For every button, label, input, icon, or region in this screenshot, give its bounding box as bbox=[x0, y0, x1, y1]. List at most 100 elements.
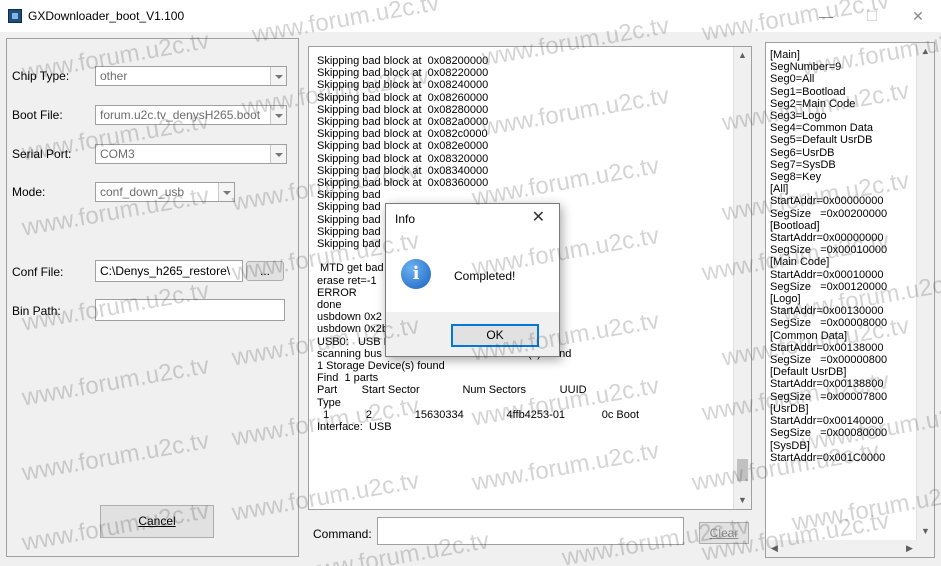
config-line: Seg6=UsrDB bbox=[770, 146, 835, 159]
config-line: SegSize =0x00008000 bbox=[770, 317, 888, 330]
scroll-down-icon[interactable]: ▼ bbox=[917, 523, 934, 540]
minimize-button[interactable]: — bbox=[803, 0, 849, 32]
config-line: StartAddr=0x00130000 bbox=[770, 305, 884, 318]
log-line: Skipping bad block at 0x08220000 bbox=[317, 67, 489, 80]
log-line: Interface: USB bbox=[317, 421, 392, 434]
cancel-button[interactable]: Cancel bbox=[100, 505, 214, 538]
log-line: Type bbox=[317, 396, 341, 409]
chip-type-label: Chip Type: bbox=[12, 69, 70, 83]
close-button[interactable]: ✕ bbox=[895, 0, 941, 32]
info-dialog: Info ✕ i Completed! OK bbox=[385, 203, 560, 357]
config-line: [Common Data] bbox=[770, 329, 848, 342]
mode-label: Mode: bbox=[12, 185, 46, 199]
config-line: SegSize =0x00010000 bbox=[770, 244, 888, 257]
log-line: Skipping bad block at 0x082a0000 bbox=[317, 116, 489, 129]
log-line: Skipping bad block at 0x08320000 bbox=[317, 152, 489, 165]
browse-button[interactable]: ... bbox=[246, 261, 284, 281]
maximize-button[interactable]: ☐ bbox=[849, 0, 895, 32]
scroll-down-icon[interactable]: ▼ bbox=[734, 492, 751, 509]
chevron-down-icon bbox=[218, 183, 234, 201]
info-icon: i bbox=[401, 259, 431, 289]
log-line: Skipping bad block at 0x08340000 bbox=[317, 164, 489, 177]
scroll-right-icon[interactable]: ▶ bbox=[901, 540, 918, 557]
mode-select[interactable]: conf_down_usb bbox=[95, 182, 235, 202]
log-line: 1 Storage Device(s) found bbox=[317, 360, 445, 373]
clear-label: Clear bbox=[709, 526, 739, 540]
clear-button[interactable]: Clear bbox=[699, 522, 749, 544]
config-line: SegSize =0x00120000 bbox=[770, 280, 888, 293]
config-line: [Logo] bbox=[770, 293, 801, 306]
config-line: StartAddr=0x00000000 bbox=[770, 232, 884, 245]
boot-file-label: Boot File: bbox=[12, 108, 63, 122]
config-line: StartAddr=0x00000000 bbox=[770, 195, 884, 208]
dialog-footer: OK bbox=[386, 312, 559, 356]
config-line: Seg1=Bootload bbox=[770, 85, 846, 98]
config-line: Seg4=Common Data bbox=[770, 122, 874, 135]
log-line: Skipping bad block at 0x082c0000 bbox=[317, 128, 488, 141]
conf-file-label: Conf File: bbox=[12, 265, 64, 279]
dialog-title: Info bbox=[395, 212, 416, 226]
log-line: Skipping bad block at 0x08240000 bbox=[317, 79, 489, 92]
boot-file-value: forum.u2c.tv_denysH265.boot bbox=[100, 108, 261, 122]
config-line: Seg7=SysDB bbox=[770, 158, 836, 171]
config-line: [All] bbox=[770, 183, 789, 196]
title-bar: GXDownloader_boot_V1.100 — ☐ ✕ bbox=[0, 0, 941, 32]
window-title: GXDownloader_boot_V1.100 bbox=[28, 9, 185, 23]
config-line: Seg2=Main Code bbox=[770, 97, 856, 110]
mode-value: conf_down_usb bbox=[100, 185, 185, 199]
log-line: Skipping bad block at 0x08260000 bbox=[317, 91, 489, 104]
ok-button[interactable]: OK bbox=[451, 324, 539, 347]
chevron-down-icon bbox=[270, 67, 286, 85]
log-line: 1 2 15630334 4ffb4253-01 0c Boot bbox=[317, 408, 640, 421]
config-line: SegNumber=9 bbox=[770, 61, 842, 74]
log-line: Part Start Sector Num Sectors UUID bbox=[317, 384, 587, 397]
config-lines: [Main] SegNumber=9 Seg0=All Seg1=Bootload Se… bbox=[770, 49, 887, 464]
config-line: Seg0=All bbox=[770, 73, 815, 86]
command-input[interactable] bbox=[377, 517, 684, 545]
config-line: SegSize =0x00000800 bbox=[770, 354, 888, 367]
bin-path-label: Bin Path: bbox=[12, 304, 61, 318]
config-line: SegSize =0x00080000 bbox=[770, 427, 888, 440]
config-line: [UsrDB] bbox=[770, 402, 809, 415]
config-line: [Main Code] bbox=[770, 256, 830, 269]
scroll-up-icon[interactable]: ▲ bbox=[917, 43, 934, 60]
conf-file-input[interactable]: C:\Denys_h265_restore\ bbox=[95, 260, 243, 282]
scroll-up-icon[interactable]: ▲ bbox=[734, 47, 751, 64]
serial-port-select[interactable]: COM3 bbox=[95, 144, 287, 164]
config-hscrollbar[interactable]: ◀ ▶ bbox=[766, 540, 918, 557]
config-line: SegSize =0x00007800 bbox=[770, 390, 888, 403]
log-line: Skipping bad block at 0x08360000 bbox=[317, 177, 489, 190]
bin-path-input[interactable] bbox=[95, 299, 285, 321]
chevron-down-icon bbox=[270, 106, 286, 124]
dialog-close-icon[interactable]: ✕ bbox=[532, 207, 545, 227]
serial-port-value: COM3 bbox=[100, 147, 135, 161]
log-line: Find 1 parts bbox=[317, 372, 379, 385]
dialog-message: Completed! bbox=[454, 269, 516, 283]
scroll-thumb[interactable] bbox=[737, 459, 748, 481]
log-line: Skipping bad bbox=[317, 189, 381, 202]
log-line: Skipping bad block at 0x082e0000 bbox=[317, 140, 489, 153]
serial-port-label: Serial Port: bbox=[12, 147, 72, 161]
config-line: StartAddr=0x00138000 bbox=[770, 341, 884, 354]
app-icon bbox=[8, 9, 22, 23]
config-line: StartAddr=0x00140000 bbox=[770, 415, 884, 428]
config-line: Seg5=Default UsrDB bbox=[770, 134, 873, 147]
chip-type-select[interactable]: other bbox=[95, 66, 287, 86]
log-line: Skipping bad block at 0x08200000 bbox=[317, 55, 489, 67]
command-label: Command: bbox=[313, 527, 372, 541]
config-line: StartAddr=0x00010000 bbox=[770, 268, 884, 281]
scroll-left-icon[interactable]: ◀ bbox=[766, 540, 783, 557]
config-line: Seg8=Key bbox=[770, 171, 822, 184]
log-scrollbar[interactable]: ▲ ▼ bbox=[733, 47, 751, 509]
config-line: [Default UsrDB] bbox=[770, 366, 847, 379]
chip-type-value: other bbox=[100, 69, 128, 83]
boot-file-select[interactable]: forum.u2c.tv_denysH265.boot bbox=[95, 105, 287, 125]
config-line: [Main] bbox=[770, 49, 800, 61]
chevron-down-icon bbox=[270, 145, 286, 163]
config-line: StartAddr=0x00138800 bbox=[770, 378, 884, 391]
config-text-panel[interactable]: [Main] SegNumber=9 Seg0=All Seg1=Bootload Se… bbox=[765, 42, 935, 558]
config-line: SegSize =0x00200000 bbox=[770, 207, 888, 220]
config-scrollbar[interactable]: ▲ ▼ bbox=[916, 43, 934, 557]
config-line: Seg3=Logo bbox=[770, 110, 827, 123]
config-line: StartAddr=0x001C0000 bbox=[770, 451, 886, 464]
